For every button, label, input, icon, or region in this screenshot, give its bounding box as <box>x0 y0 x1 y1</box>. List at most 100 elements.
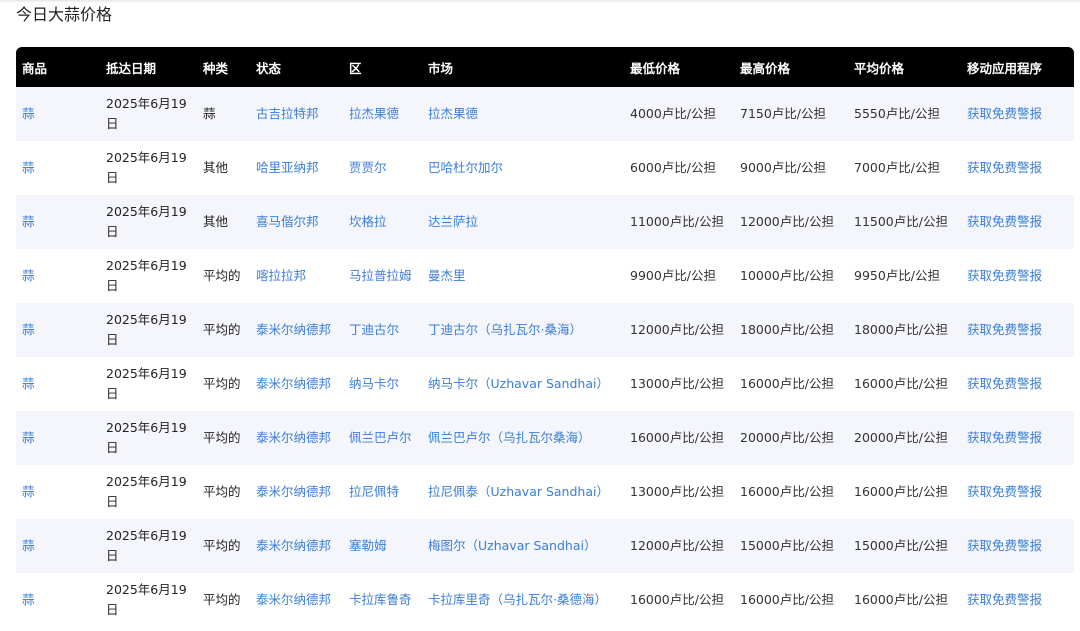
header-max-price[interactable]: 最高价格 <box>734 47 848 87</box>
get-alerts-link[interactable]: 获取免费警报 <box>961 141 1074 195</box>
district-link[interactable]: 贾贾尔 <box>343 141 422 195</box>
district-link[interactable]: 纳马卡尔 <box>343 357 422 411</box>
max-price: 16000卢比/公担 <box>740 376 834 391</box>
commodity-link[interactable]: 蒜 <box>16 573 100 627</box>
commodity-link[interactable]: 蒜 <box>16 519 100 573</box>
state-link[interactable]: 泰米尔纳德邦 <box>250 411 343 465</box>
get-alerts-link[interactable]: 获取免费警报 <box>961 357 1074 411</box>
market-link[interactable]: 拉尼佩泰（Uzhavar Sandhai） <box>422 465 624 519</box>
header-state[interactable]: 状态 <box>250 47 343 87</box>
market-link[interactable]: 梅图尔（Uzhavar Sandhai） <box>422 519 624 573</box>
avg-price: 7000卢比/公担 <box>854 160 941 175</box>
commodity-link[interactable]: 蒜 <box>16 303 100 357</box>
get-alerts-link[interactable]: 获取免费警报 <box>961 87 1074 141</box>
avg-price: 9950卢比/公担 <box>854 268 941 283</box>
commodity-link[interactable]: 蒜 <box>16 465 100 519</box>
page-title: 今日大蒜价格 <box>16 5 113 24</box>
commodity-link[interactable]: 蒜 <box>16 249 100 303</box>
max-price: 16000卢比/公担 <box>740 484 834 499</box>
market-link[interactable]: 佩兰巴卢尔（乌扎瓦尔桑海） <box>422 411 624 465</box>
arrival-date: 2025年6月19日 <box>106 96 187 131</box>
header-variety[interactable]: 种类 <box>197 47 250 87</box>
district-link[interactable]: 坎格拉 <box>343 195 422 249</box>
arrival-date: 2025年6月19日 <box>106 582 187 617</box>
commodity-link[interactable]: 蒜 <box>16 411 100 465</box>
get-alerts-link[interactable]: 获取免费警报 <box>961 519 1074 573</box>
variety: 平均的 <box>203 268 241 283</box>
min-price: 12000卢比/公担 <box>630 538 724 553</box>
max-price: 12000卢比/公担 <box>740 214 834 229</box>
market-link[interactable]: 纳马卡尔（Uzhavar Sandhai） <box>422 357 624 411</box>
state-link[interactable]: 泰米尔纳德邦 <box>250 465 343 519</box>
table-row: 蒜 2025年6月19日 平均的 泰米尔纳德邦 丁迪古尔 丁迪古尔（乌扎瓦尔·桑海） 120… <box>16 303 1074 357</box>
district-link[interactable]: 拉杰果德 <box>343 87 422 141</box>
variety: 平均的 <box>203 322 241 337</box>
commodity-link[interactable]: 蒜 <box>16 87 100 141</box>
table-row: 蒜 2025年6月19日 平均的 泰米尔纳德邦 纳马卡尔 纳马卡尔（Uzhavar San… <box>16 357 1074 411</box>
market-link[interactable]: 达兰萨拉 <box>422 195 624 249</box>
arrival-date: 2025年6月19日 <box>106 474 187 509</box>
variety: 平均的 <box>203 484 241 499</box>
max-price: 15000卢比/公担 <box>740 538 834 553</box>
table-row: 蒜 2025年6月19日 平均的 泰米尔纳德邦 塞勒姆 梅图尔（Uzhavar Sandh… <box>16 519 1074 573</box>
get-alerts-link[interactable]: 获取免费警报 <box>961 303 1074 357</box>
header-avg-price[interactable]: 平均价格 <box>848 47 961 87</box>
table-row: 蒜 2025年6月19日 平均的 泰米尔纳德邦 卡拉库鲁奇 卡拉库里奇（乌扎瓦尔·桑德海）… <box>16 573 1074 627</box>
header-arrival-date[interactable]: 抵达日期 <box>100 47 197 87</box>
header-district[interactable]: 区 <box>343 47 422 87</box>
table-row: 蒜 2025年6月19日蒜古吉拉特邦 拉杰果德 拉杰果德 4000卢比/公担 7150卢比… <box>16 87 1074 141</box>
table-row: 蒜 2025年6月19日 平均的 泰米尔纳德邦 拉尼佩特 拉尼佩泰（Uzhavar San… <box>16 465 1074 519</box>
variety: 平均的 <box>203 376 241 391</box>
get-alerts-link[interactable]: 获取免费警报 <box>961 573 1074 627</box>
header-mobile-app[interactable]: 移动应用程序 <box>961 47 1074 87</box>
state-link[interactable]: 泰米尔纳德邦 <box>250 303 343 357</box>
market-link[interactable]: 巴哈杜尔加尔 <box>422 141 624 195</box>
max-price: 9000卢比/公担 <box>740 160 827 175</box>
market-link[interactable]: 拉杰果德 <box>422 87 624 141</box>
min-price: 6000卢比/公担 <box>630 160 717 175</box>
state-link[interactable]: 哈里亚纳邦 <box>250 141 343 195</box>
get-alerts-link[interactable]: 获取免费警报 <box>961 195 1074 249</box>
variety: 平均的 <box>203 430 241 445</box>
district-link[interactable]: 塞勒姆 <box>343 519 422 573</box>
get-alerts-link[interactable]: 获取免费警报 <box>961 465 1074 519</box>
avg-price: 5550卢比/公担 <box>854 106 941 121</box>
table-row: 蒜 2025年6月19日 其他 喜马偕尔邦 坎格拉 达兰萨拉 11000卢比/公担 12000… <box>16 195 1074 249</box>
district-link[interactable]: 拉尼佩特 <box>343 465 422 519</box>
header-market[interactable]: 市场 <box>422 47 624 87</box>
district-link[interactable]: 卡拉库鲁奇 <box>343 573 422 627</box>
variety: 平均的 <box>203 592 241 607</box>
price-table: 商品 抵达日期 种类 状态 区 市场 最低价格 最高价格 平均价格 移动应用程序… <box>16 47 1074 627</box>
min-price: 16000卢比/公担 <box>630 430 724 445</box>
table-header-row: 商品 抵达日期 种类 状态 区 市场 最低价格 最高价格 平均价格 移动应用程序 <box>16 47 1074 87</box>
table-row: 蒜 2025年6月19日 平均的 喀拉拉邦 马拉普拉姆 曼杰里 9900卢比/公担 10000… <box>16 249 1074 303</box>
min-price: 13000卢比/公担 <box>630 484 724 499</box>
state-link[interactable]: 喀拉拉邦 <box>250 249 343 303</box>
max-price: 18000卢比/公担 <box>740 322 834 337</box>
state-link[interactable]: 泰米尔纳德邦 <box>250 573 343 627</box>
market-link[interactable]: 卡拉库里奇（乌扎瓦尔·桑德海） <box>422 573 624 627</box>
commodity-link[interactable]: 蒜 <box>16 141 100 195</box>
min-price: 9900卢比/公担 <box>630 268 717 283</box>
arrival-date: 2025年6月19日 <box>106 150 187 185</box>
arrival-date: 2025年6月19日 <box>106 312 187 347</box>
get-alerts-link[interactable]: 获取免费警报 <box>961 411 1074 465</box>
avg-price: 18000卢比/公担 <box>854 322 948 337</box>
state-link[interactable]: 泰米尔纳德邦 <box>250 357 343 411</box>
commodity-link[interactable]: 蒜 <box>16 195 100 249</box>
state-link[interactable]: 泰米尔纳德邦 <box>250 519 343 573</box>
avg-price: 16000卢比/公担 <box>854 592 948 607</box>
state-link[interactable]: 喜马偕尔邦 <box>250 195 343 249</box>
commodity-link[interactable]: 蒜 <box>16 357 100 411</box>
district-link[interactable]: 马拉普拉姆 <box>343 249 422 303</box>
market-link[interactable]: 曼杰里 <box>422 249 624 303</box>
state-link[interactable]: 古吉拉特邦 <box>250 87 343 141</box>
district-link[interactable]: 丁迪古尔 <box>343 303 422 357</box>
get-alerts-link[interactable]: 获取免费警报 <box>961 249 1074 303</box>
variety: 其他 <box>203 160 229 175</box>
header-commodity[interactable]: 商品 <box>16 47 100 87</box>
avg-price: 16000卢比/公担 <box>854 376 948 391</box>
district-link[interactable]: 佩兰巴卢尔 <box>343 411 422 465</box>
market-link[interactable]: 丁迪古尔（乌扎瓦尔·桑海） <box>422 303 624 357</box>
header-min-price[interactable]: 最低价格 <box>624 47 734 87</box>
